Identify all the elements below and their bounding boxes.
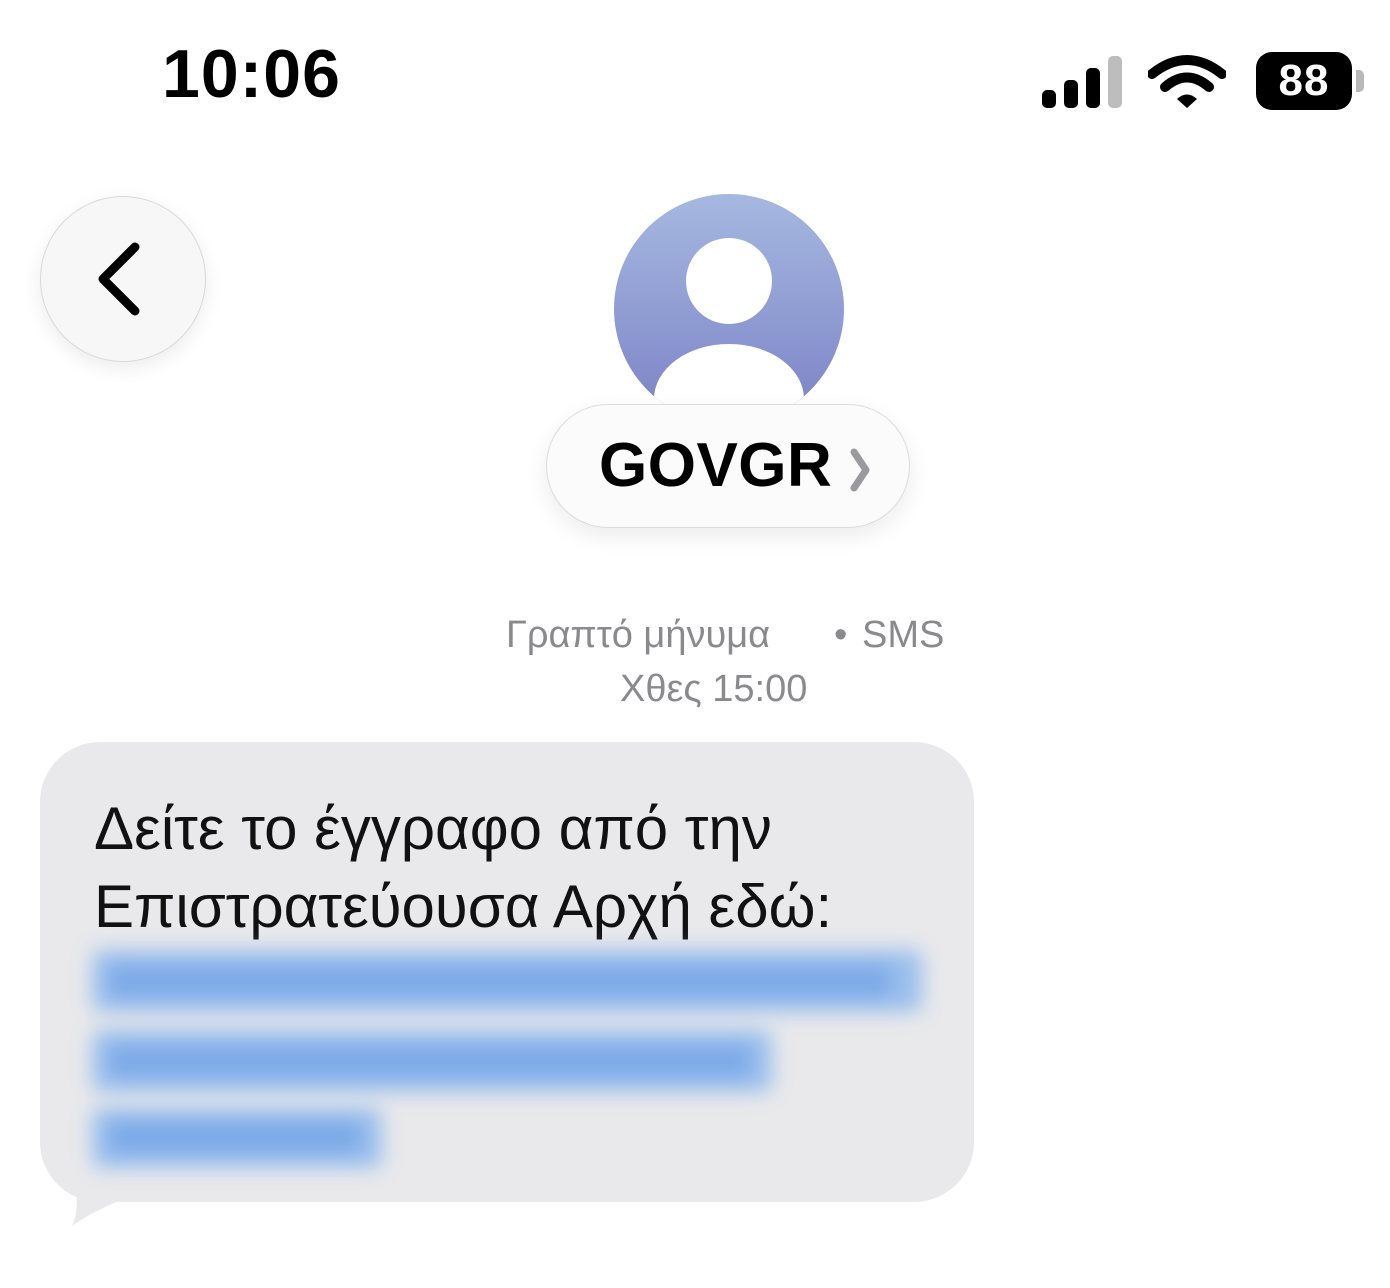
battery-icon: 88	[1256, 52, 1366, 110]
meta-separator: •	[834, 614, 848, 656]
battery-level: 88	[1278, 56, 1330, 105]
battery-body: 88	[1256, 52, 1352, 110]
chevron-right-icon	[850, 448, 870, 492]
message-line-2: Επιστρατεύουσα Αρχή εδώ:	[94, 873, 833, 940]
message-line-1: Δείτε το έγγραφο από την	[94, 795, 772, 862]
person-avatar-icon[interactable]	[614, 194, 844, 424]
link-blur-shade	[110, 966, 890, 996]
back-button[interactable]	[40, 196, 206, 362]
link-blur-shade	[110, 1122, 360, 1152]
message-text: Δείτε το έγγραφο από την Επιστρατεύουσα …	[94, 790, 832, 946]
link-blur-shade	[110, 1046, 750, 1076]
contact-name: GOVGR	[599, 431, 833, 500]
status-time: 10:06	[162, 36, 341, 112]
message-timestamp: Χθες 15:00	[620, 668, 808, 710]
chevron-left-icon	[98, 242, 140, 316]
wifi-icon	[1148, 55, 1226, 108]
battery-cap	[1356, 70, 1364, 92]
message-protocol: SMS	[862, 614, 945, 656]
avatar-head	[686, 238, 772, 324]
message-type: Γραπτό μήνυμα	[506, 614, 771, 656]
cellular-signal-icon	[1042, 56, 1122, 108]
contact-name-button[interactable]: GOVGR	[546, 404, 910, 528]
